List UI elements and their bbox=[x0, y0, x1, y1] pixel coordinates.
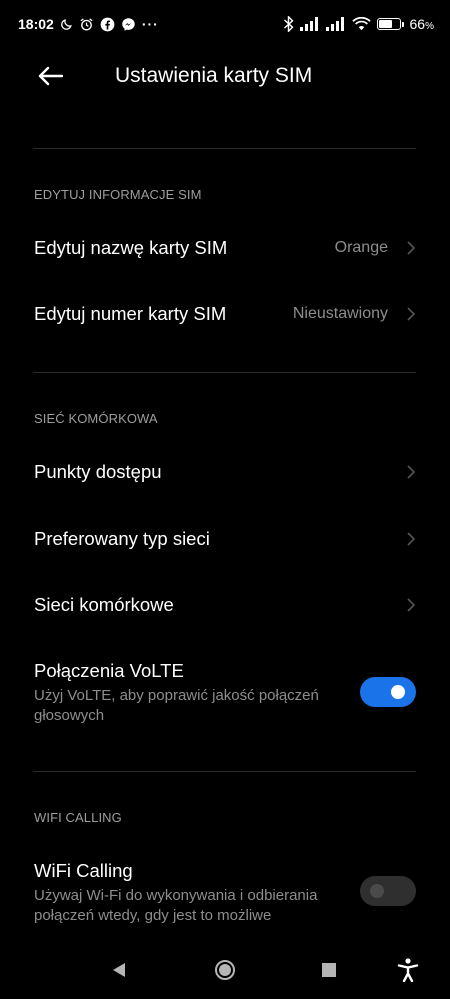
chevron-right-icon bbox=[405, 464, 417, 480]
back-button[interactable] bbox=[30, 58, 70, 98]
moon-icon bbox=[60, 18, 73, 31]
divider bbox=[33, 372, 416, 373]
chevron-right-icon bbox=[405, 531, 417, 547]
access-points-item[interactable]: Punkty dostępu bbox=[0, 441, 450, 503]
more-dots-icon: ··· bbox=[141, 16, 159, 32]
edit-sim-number-item[interactable]: Edytuj numer karty SIM Nieustawiony bbox=[0, 284, 450, 346]
access-points-label: Punkty dostępu bbox=[34, 461, 162, 482]
nav-back-button[interactable] bbox=[104, 957, 134, 987]
status-bar-right: 66% bbox=[283, 16, 434, 32]
chevron-right-icon bbox=[405, 597, 417, 613]
wifi-calling-toggle[interactable] bbox=[360, 876, 416, 906]
nav-recents-button[interactable] bbox=[314, 957, 344, 987]
signal-icon bbox=[325, 17, 346, 31]
volte-label: Połączenia VoLTE bbox=[34, 660, 184, 681]
section-header-wifi-calling: WIFI CALLING bbox=[34, 810, 122, 825]
mobile-networks-label: Sieci komórkowe bbox=[34, 594, 174, 615]
facebook-icon bbox=[100, 17, 115, 32]
chevron-right-icon bbox=[405, 240, 417, 256]
recents-square-icon bbox=[322, 962, 336, 982]
accessibility-icon bbox=[397, 957, 419, 987]
back-triangle-icon bbox=[112, 962, 126, 983]
home-circle-icon bbox=[214, 959, 236, 986]
status-bar-left: 18:02 ··· bbox=[18, 16, 159, 32]
page-title: Ustawienia karty SIM bbox=[115, 64, 313, 87]
section-header-cellular: SIEĆ KOMÓRKOWA bbox=[34, 411, 158, 426]
volte-description: Użyj VoLTE, aby poprawić jakość połączeń… bbox=[34, 687, 319, 724]
battery-percent: 66% bbox=[409, 16, 434, 32]
toggle-knob bbox=[370, 884, 384, 898]
volte-item[interactable]: Połączenia VoLTE Użyj VoLTE, aby poprawi… bbox=[0, 650, 450, 740]
divider bbox=[33, 148, 416, 149]
messenger-icon bbox=[121, 17, 136, 32]
wifi-calling-description: Używaj Wi-Fi do wykonywania i odbierania… bbox=[34, 887, 318, 924]
divider bbox=[33, 771, 416, 772]
edit-sim-name-item[interactable]: Edytuj nazwę karty SIM Orange bbox=[0, 218, 450, 280]
volte-toggle[interactable] bbox=[360, 677, 416, 707]
preferred-network-item[interactable]: Preferowany typ sieci bbox=[0, 508, 450, 570]
edit-sim-number-value: Nieustawiony bbox=[292, 305, 388, 322]
status-bar: 18:02 ··· 66% bbox=[0, 0, 450, 48]
battery-icon bbox=[376, 18, 404, 30]
section-header-edit-info: EDYTUJ INFORMACJE SIM bbox=[34, 187, 202, 202]
edit-sim-name-value: Orange bbox=[334, 239, 388, 256]
accessibility-button[interactable] bbox=[393, 957, 423, 987]
wifi-calling-label: WiFi Calling bbox=[34, 860, 133, 881]
bluetooth-icon bbox=[283, 16, 294, 32]
signal-icon bbox=[299, 17, 320, 31]
wifi-calling-item[interactable]: WiFi Calling Używaj Wi-Fi do wykonywania… bbox=[0, 850, 450, 940]
status-time: 18:02 bbox=[18, 16, 54, 32]
app-header: Ustawienia karty SIM bbox=[0, 48, 450, 106]
chevron-right-icon bbox=[405, 306, 417, 322]
edit-sim-number-label: Edytuj numer karty SIM bbox=[34, 303, 227, 324]
mobile-networks-item[interactable]: Sieci komórkowe bbox=[0, 574, 450, 636]
alarm-icon bbox=[79, 17, 94, 32]
battery-fill bbox=[378, 20, 392, 28]
edit-sim-name-label: Edytuj nazwę karty SIM bbox=[34, 237, 228, 258]
navigation-bar bbox=[0, 943, 450, 999]
nav-home-button[interactable] bbox=[210, 957, 240, 987]
preferred-network-label: Preferowany typ sieci bbox=[34, 528, 210, 549]
arrow-left-icon bbox=[37, 66, 64, 91]
toggle-knob bbox=[391, 685, 405, 699]
wifi-icon bbox=[351, 17, 371, 31]
